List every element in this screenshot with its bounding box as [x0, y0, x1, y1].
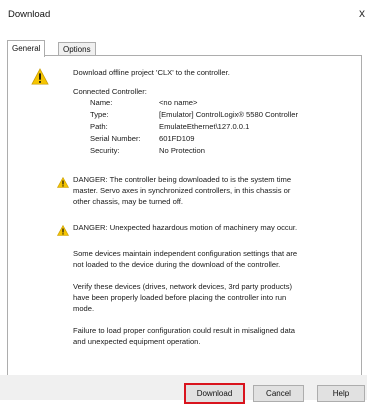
connected-controller-heading: Connected Controller:: [73, 87, 147, 96]
tab-strip: General Options: [7, 40, 360, 57]
para-2-line-1: Verify these devices (drives, network de…: [73, 282, 293, 291]
tab-options[interactable]: Options: [58, 42, 96, 56]
field-label-serial: Serial Number:: [90, 134, 141, 143]
warning-icon: [57, 177, 69, 188]
title-bar: Download x: [0, 0, 367, 30]
field-label-name: Name:: [90, 98, 113, 107]
para-3-line-2: and unexpected equipment operation.: [73, 337, 201, 346]
danger-1-line-3: other chassis, may be turned off.: [73, 197, 184, 206]
para-1-line-1: Some devices maintain independent config…: [73, 249, 298, 258]
intro-text: Download offline project 'CLX' to the co…: [73, 68, 230, 77]
para-2-line-2: have been properly loaded before placing…: [73, 293, 287, 302]
para-2-line-3: mode.: [73, 304, 95, 313]
field-value-path: EmulateEthernet\127.0.0.1: [159, 122, 250, 131]
download-button[interactable]: Download: [184, 383, 245, 404]
para-1-line-2: not loaded to the device during the down…: [73, 260, 281, 269]
close-button[interactable]: x: [359, 6, 365, 20]
warning-icon: [57, 225, 69, 236]
tab-general[interactable]: General: [7, 40, 46, 57]
danger-1-line-2: master. Servo axes in synchronized contr…: [73, 186, 291, 195]
cancel-button[interactable]: Cancel: [253, 385, 304, 402]
warning-icon: [31, 68, 49, 85]
help-button[interactable]: Help: [317, 385, 365, 402]
field-value-security: No Protection: [159, 146, 206, 155]
danger-2-text: DANGER: Unexpected hazardous motion of m…: [73, 223, 298, 232]
field-label-type: Type:: [90, 110, 109, 119]
window-title: Download: [8, 9, 51, 20]
field-label-security: Security:: [90, 146, 120, 155]
para-3-line-1: Failure to load proper configuration cou…: [73, 326, 296, 335]
field-value-type: [Emulator] ControlLogix® 5580 Controller: [159, 110, 298, 119]
danger-1-line-1: DANGER: The controller being downloaded …: [73, 175, 292, 184]
field-value-name: <no name>: [159, 98, 198, 107]
field-value-serial: 601FD109: [159, 134, 195, 143]
field-label-path: Path:: [90, 122, 108, 131]
